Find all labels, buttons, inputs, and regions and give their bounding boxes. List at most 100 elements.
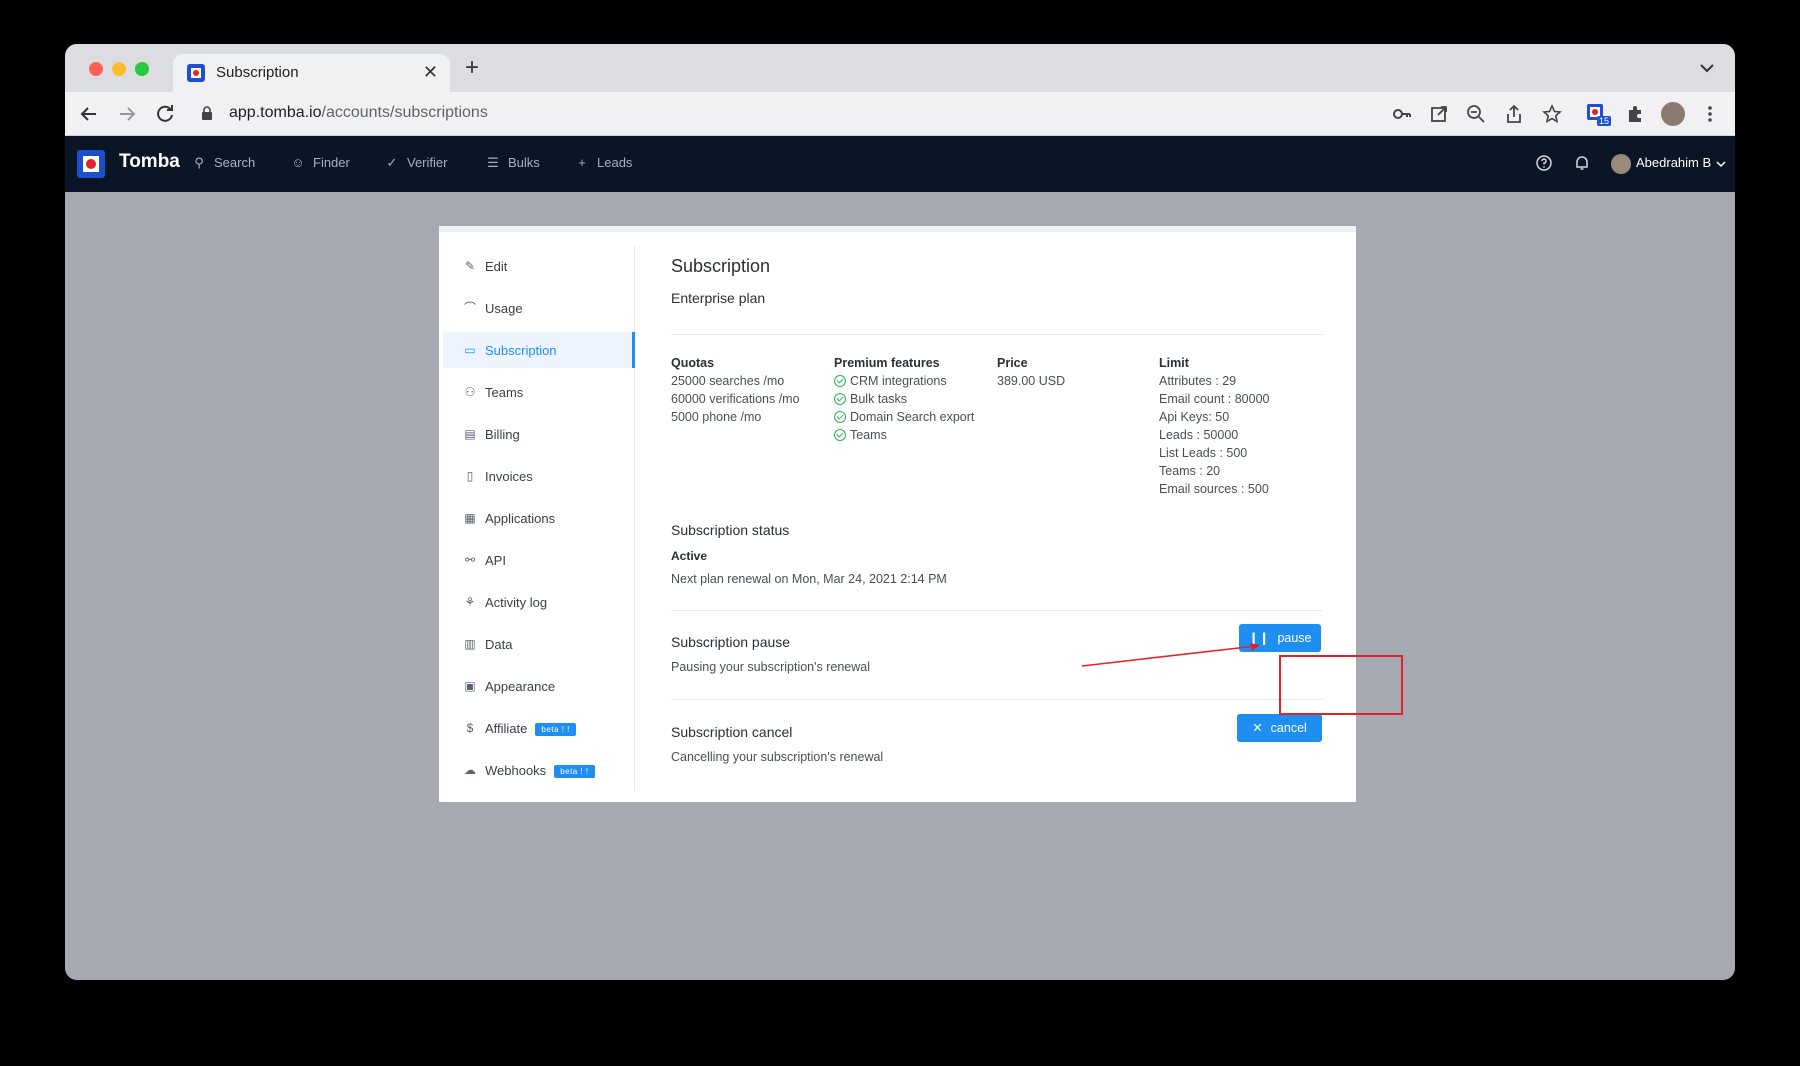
sidebar-item-data[interactable]: ▥ Data	[443, 626, 635, 662]
nav-verifier[interactable]: ✓ Verifier	[385, 155, 448, 171]
limit-line: Email count : 80000	[1159, 392, 1270, 406]
quotas-header: Quotas	[671, 356, 715, 370]
list-icon: ☰	[487, 155, 499, 170]
browser-tab[interactable]: Subscription ✕	[173, 54, 450, 92]
sidebar-item-subscription[interactable]: ▭ Subscription	[443, 332, 635, 368]
pause-subtitle: Pausing your subscription's renewal	[671, 660, 871, 674]
sidebar-item-label: Applications	[485, 511, 556, 526]
team-icon: ⚇	[464, 385, 476, 399]
cancel-title: Subscription cancel	[671, 724, 793, 740]
sidebar-item-affiliate[interactable]: $ Affiliate beta ! !	[443, 710, 635, 746]
quota-line: 60000 verifications /mo	[671, 392, 800, 406]
limit-line: Teams : 20	[1159, 464, 1221, 478]
open-external-icon[interactable]	[1428, 103, 1450, 125]
sidebar-item-usage[interactable]: ⌒ Usage	[443, 290, 635, 326]
price-header: Price	[997, 356, 1028, 370]
limit-line: Leads : 50000	[1159, 428, 1239, 442]
sidebar-item-label: Usage	[485, 301, 523, 316]
status-value: Active	[671, 549, 708, 563]
sidebar-item-applications[interactable]: ▦ Applications	[443, 500, 635, 536]
nav-leads[interactable]: + Leads	[575, 155, 632, 170]
sidebar-item-label: Webhooks	[485, 763, 547, 778]
zoom-window-button[interactable]	[135, 62, 149, 76]
limit-column: Limit Attributes : 29 Email count : 8000…	[1159, 354, 1270, 498]
check-circle-icon	[834, 429, 846, 441]
limit-line: Attributes : 29	[1159, 374, 1237, 388]
search-icon: ⚲	[194, 155, 204, 170]
forward-arrow-icon[interactable]	[115, 102, 139, 126]
chevron-down-icon[interactable]	[1715, 158, 1727, 170]
check-circle-icon	[834, 375, 846, 387]
app-navbar: Tomba ⚲ Search ☺ Finder ✓ Verifier ☰ Bulks +…	[65, 136, 1735, 192]
nav-bulks[interactable]: ☰ Bulks	[486, 155, 540, 171]
close-window-button[interactable]	[89, 62, 103, 76]
premium-features-column: Premium features CRM integrations Bulk t…	[834, 354, 974, 444]
settings-card: ✎ Edit ⌒ Usage ▭ Subscription ⚇ Teams ▤ Billi…	[439, 226, 1356, 802]
nav-verifier-label: Verifier	[407, 155, 448, 170]
user-name[interactable]: Abedrahim B	[1636, 155, 1711, 170]
quota-line: 5000 phone /mo	[671, 410, 762, 424]
sidebar-item-teams[interactable]: ⚇ Teams	[443, 374, 635, 410]
check-circle-icon	[834, 411, 846, 423]
zoom-out-icon[interactable]	[1465, 103, 1487, 125]
address-bar: app.tomba.io/accounts/subscriptions 15	[65, 92, 1735, 136]
sidebar-item-invoices[interactable]: ▯ Invoices	[443, 458, 635, 494]
sidebar-item-label: Edit	[485, 259, 508, 274]
cancel-button[interactable]: ✕ cancel	[1237, 714, 1322, 742]
api-icon: ⚯	[464, 553, 476, 567]
nav-bulks-label: Bulks	[508, 155, 540, 170]
sidebar-item-activity-log[interactable]: ⚘ Activity log	[443, 584, 635, 620]
pause-button-label: pause	[1277, 631, 1312, 645]
beta-badge: beta ! !	[554, 765, 595, 778]
nav-finder[interactable]: ☺ Finder	[291, 155, 350, 170]
extension-badge: 15	[1597, 116, 1612, 126]
plus-icon: +	[578, 155, 586, 170]
quotas-column: Quotas 25000 searches /mo 60000 verifica…	[671, 354, 800, 426]
new-tab-icon[interactable]: +	[465, 56, 479, 80]
tomba-logo-icon[interactable]	[77, 150, 105, 178]
sidebar-item-label: Invoices	[485, 469, 533, 484]
bell-icon[interactable]	[1573, 154, 1591, 172]
dollar-icon: $	[466, 721, 474, 735]
share-icon[interactable]	[1503, 103, 1525, 125]
sidebar-item-label: Subscription	[485, 343, 557, 358]
reload-icon[interactable]	[153, 102, 177, 126]
chevron-down-icon[interactable]	[1697, 58, 1717, 78]
lock-icon[interactable]	[201, 106, 213, 121]
key-icon[interactable]	[1391, 103, 1413, 125]
cancel-button-label: cancel	[1270, 721, 1307, 735]
url-path: /accounts/subscriptions	[321, 104, 488, 121]
tab-close-icon[interactable]: ✕	[423, 62, 438, 83]
sidebar-item-edit[interactable]: ✎ Edit	[443, 248, 635, 284]
sidebar-item-label: Activity log	[485, 595, 548, 610]
check-circle-icon	[834, 393, 846, 405]
sidebar-item-api[interactable]: ⚯ API	[443, 542, 635, 578]
help-icon[interactable]	[1535, 154, 1553, 172]
nav-leads-label: Leads	[597, 155, 633, 170]
sidebar-item-webhooks[interactable]: ☁ Webhooks beta ! !	[443, 752, 635, 788]
user-avatar[interactable]	[1611, 154, 1631, 174]
check-icon: ✓	[386, 155, 398, 170]
url-field[interactable]: app.tomba.io/accounts/subscriptions	[229, 104, 488, 122]
sidebar-item-label: Appearance	[485, 679, 556, 694]
minimize-window-button[interactable]	[112, 62, 126, 76]
feature-line: Bulk tasks	[850, 392, 907, 406]
profile-avatar[interactable]	[1661, 102, 1685, 126]
limit-line: List Leads : 500	[1159, 446, 1248, 460]
back-arrow-icon[interactable]	[77, 102, 101, 126]
brand-name[interactable]: Tomba	[119, 151, 180, 173]
sidebar-item-label: Affiliate	[485, 721, 528, 736]
sidebar-item-appearance[interactable]: ▣ Appearance	[443, 668, 635, 704]
credit-card-icon: ▭	[464, 343, 476, 357]
quota-line: 25000 searches /mo	[671, 374, 785, 388]
feature-line: Teams	[850, 428, 887, 442]
nav-search[interactable]: ⚲ Search	[192, 155, 255, 171]
puzzle-extensions-icon[interactable]	[1624, 103, 1646, 125]
user-icon: ☺	[291, 155, 305, 170]
more-vertical-icon[interactable]	[1699, 103, 1721, 125]
sidebar-item-label: Billing	[485, 427, 520, 442]
sidebar-item-billing[interactable]: ▤ Billing	[443, 416, 635, 452]
star-icon[interactable]	[1541, 103, 1563, 125]
limit-line: Email sources : 500	[1159, 482, 1269, 496]
tab-strip: Subscription ✕ +	[65, 44, 1735, 92]
